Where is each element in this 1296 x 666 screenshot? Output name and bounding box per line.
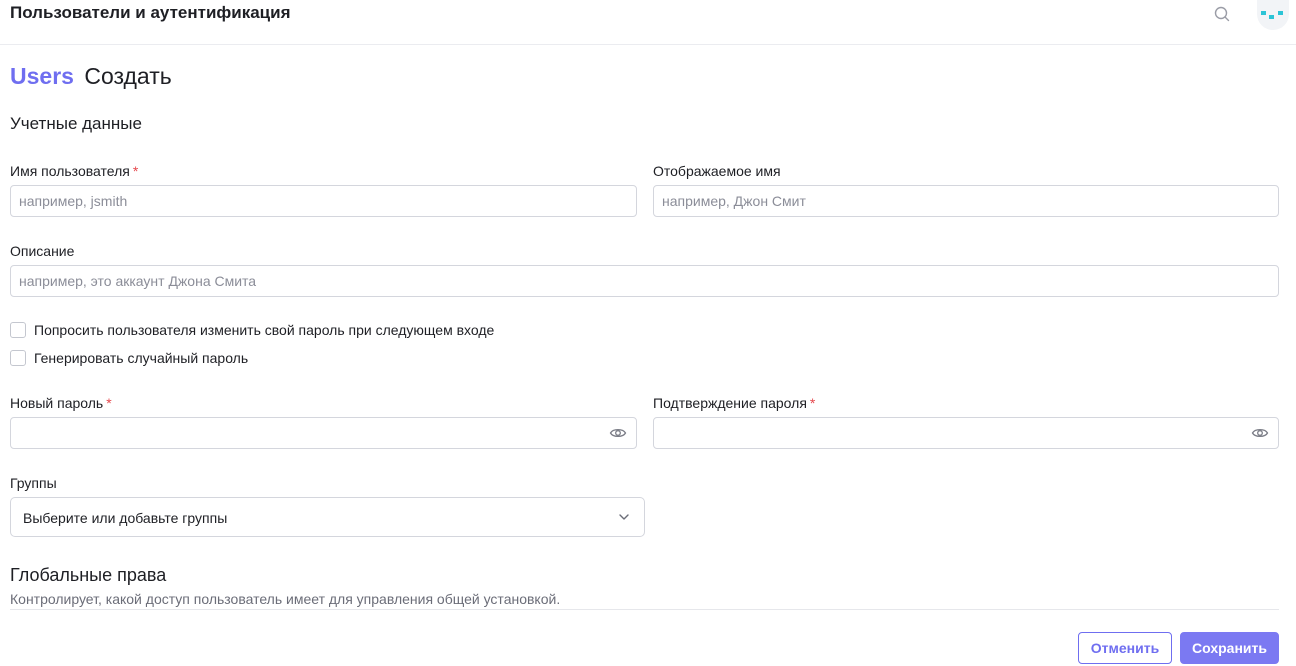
groups-label: Группы [10, 475, 57, 491]
change-password-checkbox[interactable] [10, 322, 26, 338]
divider [10, 609, 1279, 610]
save-button[interactable]: Сохранить [1180, 632, 1279, 664]
display-name-label: Отображаемое имя [653, 163, 781, 179]
random-password-checkbox-label: Генерировать случайный пароль [34, 350, 249, 366]
search-icon [1214, 6, 1230, 22]
username-input[interactable] [10, 185, 637, 217]
required-mark: * [106, 395, 112, 411]
eye-icon[interactable] [1251, 425, 1269, 441]
required-mark: * [132, 163, 139, 179]
description-input[interactable] [10, 265, 1279, 297]
confirm-password-label: Подтверждение пароля * [653, 395, 815, 411]
credentials-section-title: Учетные данные [10, 114, 142, 133]
top-bar: Пользователи и аутентификация [0, 0, 1296, 45]
description-label: Описание [10, 243, 75, 259]
eye-icon[interactable] [609, 425, 627, 441]
username-label-text: Имя пользователя [10, 163, 130, 179]
user-avatar[interactable] [1257, 0, 1289, 30]
change-password-checkbox-row[interactable]: Попросить пользователя изменить свой пар… [10, 322, 494, 338]
page-heading: Users Создать [10, 63, 172, 90]
new-password-input[interactable] [10, 417, 637, 449]
random-password-checkbox-row[interactable]: Генерировать случайный пароль [10, 350, 248, 366]
chevron-down-icon [619, 514, 629, 520]
global-permissions-description: Контролирует, какой доступ пользователь … [10, 591, 561, 607]
groups-select-value: Выберите или добавьте группы [23, 510, 228, 526]
app-title: Пользователи и аутентификация [10, 3, 291, 22]
required-mark: * [809, 395, 816, 411]
new-password-label-text: Новый пароль [10, 395, 104, 411]
user-avatar-icon [1261, 11, 1283, 19]
breadcrumb-users-link[interactable]: Users [10, 63, 74, 89]
page-title: Создать [84, 63, 172, 89]
random-password-checkbox[interactable] [10, 350, 26, 366]
groups-select[interactable]: Выберите или добавьте группы [10, 497, 645, 537]
change-password-checkbox-label: Попросить пользователя изменить свой пар… [34, 322, 495, 338]
confirm-password-label-text: Подтверждение пароля [653, 395, 807, 411]
search-button[interactable] [1211, 3, 1233, 25]
new-password-field [10, 417, 637, 449]
global-permissions-title: Глобальные права [10, 565, 167, 585]
display-name-input[interactable] [653, 185, 1279, 217]
confirm-password-input[interactable] [653, 417, 1279, 449]
confirm-password-field [653, 417, 1279, 449]
username-label: Имя пользователя * [10, 163, 138, 179]
cancel-button[interactable]: Отменить [1078, 632, 1172, 664]
new-password-label: Новый пароль * [10, 395, 112, 411]
